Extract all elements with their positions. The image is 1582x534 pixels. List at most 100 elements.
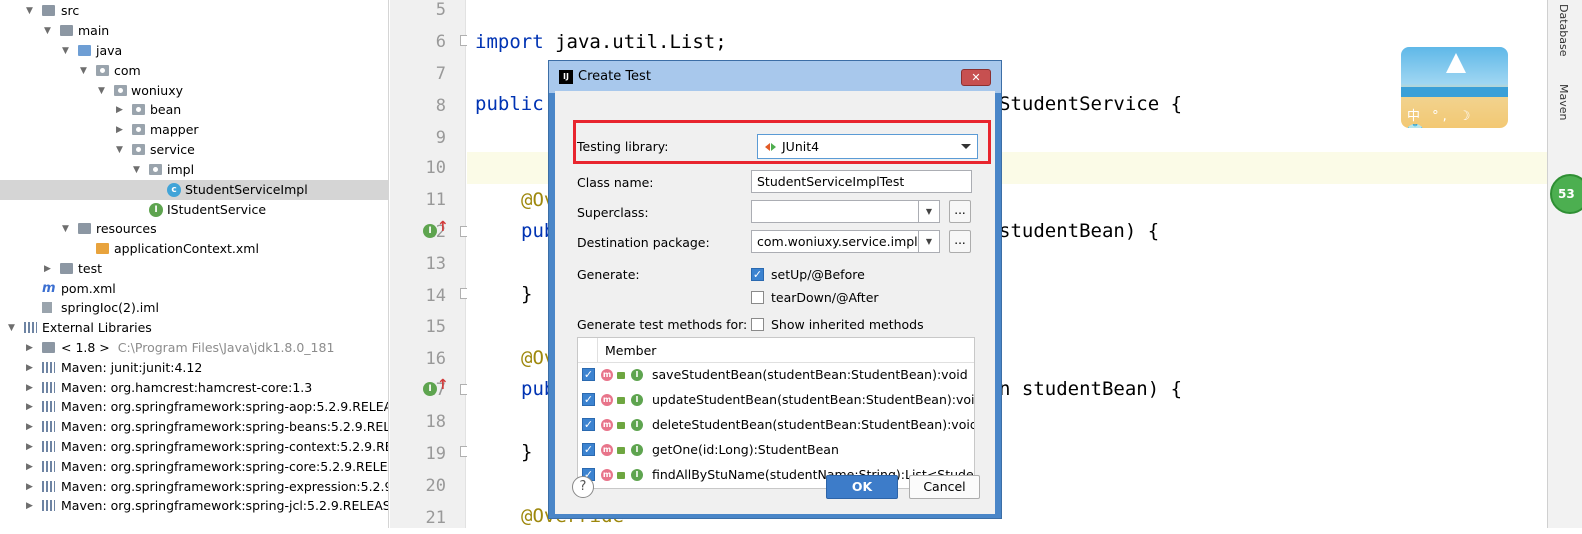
chevron-right-icon[interactable]: ▶ — [26, 417, 33, 437]
close-button[interactable]: ✕ — [961, 69, 991, 86]
chevron-right-icon[interactable]: ▶ — [26, 477, 33, 497]
member-row[interactable]: ✓ m IgetOne(id:Long):StudentBean — [578, 438, 974, 463]
implements-icon: I — [631, 469, 643, 481]
tree-row-jdk[interactable]: ▶ < 1.8 > C:\Program Files\Java\jdk1.8.0_… — [0, 338, 388, 358]
public-lock-icon — [617, 397, 625, 404]
chevron-right-icon[interactable]: ▶ — [26, 457, 33, 477]
wave-shape — [1401, 87, 1508, 97]
source-folder-icon — [78, 45, 91, 56]
tree-row-main[interactable]: ▼ main — [0, 21, 388, 41]
tree-row-iml[interactable]: springIoc(2).iml — [0, 298, 388, 318]
show-inherited-label[interactable]: Show inherited methods — [771, 317, 924, 332]
dialog-titlebar[interactable]: IJ Create Test ✕ — [549, 61, 1001, 93]
member-row[interactable]: ✓ m IupdateStudentBean(studentBean:Student… — [578, 388, 975, 413]
show-inherited-checkbox[interactable] — [751, 318, 764, 331]
member-table[interactable]: Member ✓ m IsaveStudentBean(studentBean:St… — [577, 337, 975, 489]
tree-row-maven-lib[interactable]: ▶ Maven: org.springframework:spring-conte… — [0, 437, 388, 457]
chevron-down-icon[interactable]: ▼ — [44, 21, 51, 41]
tree-row-maven-lib[interactable]: ▶ Maven: org.springframework:spring-beans… — [0, 417, 388, 437]
teardown-label[interactable]: tearDown/@After — [771, 290, 879, 305]
notification-badge[interactable]: 53 — [1550, 174, 1582, 214]
superclass-browse-button[interactable]: ... — [949, 200, 971, 223]
implements-method-icon[interactable]: I — [423, 382, 437, 396]
chevron-right-icon[interactable]: ▶ — [26, 496, 33, 516]
implements-method-icon[interactable]: I — [423, 224, 437, 238]
member-checkbox[interactable]: ✓ — [582, 368, 595, 381]
ok-button[interactable]: OK — [826, 475, 898, 499]
tree-row-bean[interactable]: ▶ bean — [0, 100, 388, 120]
chevron-down-icon[interactable]: ▼ — [26, 1, 33, 21]
method-icon: m — [601, 469, 613, 481]
tree-row-src[interactable]: ▼ src — [0, 1, 388, 21]
override-arrow-icon[interactable]: ↑ — [437, 377, 449, 393]
chevron-right-icon[interactable]: ▶ — [116, 100, 123, 120]
tree-row-mapper[interactable]: ▶ mapper — [0, 120, 388, 140]
setup-checkbox[interactable]: ✓ — [751, 268, 764, 281]
chevron-down-icon[interactable]: ▼ — [116, 140, 123, 160]
tree-row-maven-lib[interactable]: ▶ Maven: org.springframework:spring-jcl:5… — [0, 496, 388, 516]
member-checkbox[interactable]: ✓ — [582, 393, 595, 406]
setup-label[interactable]: setUp/@Before — [771, 267, 865, 282]
class-name-field[interactable]: StudentServiceImplTest — [751, 170, 972, 193]
chevron-right-icon[interactable]: ▶ — [116, 120, 123, 140]
folder-icon — [60, 263, 73, 274]
line-number: 11 — [425, 190, 446, 210]
tree-row-studentserviceimpl[interactable]: c StudentServiceImpl — [0, 180, 388, 200]
tree-row-resources[interactable]: ▼ resources — [0, 219, 388, 239]
chevron-down-icon[interactable]: ▼ — [62, 41, 69, 61]
tree-row-maven-lib[interactable]: ▶ Maven: junit:junit:4.12 — [0, 358, 388, 378]
member-checkbox[interactable]: ✓ — [582, 418, 595, 431]
tree-row-test[interactable]: ▶ test — [0, 259, 388, 279]
library-icon — [42, 382, 55, 393]
chevron-right-icon[interactable]: ▶ — [44, 259, 51, 279]
maven-tab[interactable]: Maven — [1557, 84, 1570, 120]
tree-row-maven-lib[interactable]: ▶ Maven: org.springframework:spring-core:… — [0, 457, 388, 477]
dialog-title: Create Test — [578, 69, 651, 84]
member-table-header[interactable]: Member — [578, 338, 974, 363]
tree-row-applicationcontext[interactable]: applicationContext.xml — [0, 239, 388, 259]
chevron-down-icon[interactable]: ▼ — [8, 318, 15, 338]
destination-browse-button[interactable]: ... — [949, 230, 971, 253]
generate-label: Generate: — [577, 267, 640, 282]
destination-package-field[interactable]: com.woniuxy.service.impl — [751, 230, 919, 253]
member-checkbox[interactable]: ✓ — [582, 443, 595, 456]
library-icon — [42, 401, 55, 412]
tree-row-maven-lib[interactable]: ▶ Maven: org.springframework:spring-expre… — [0, 477, 388, 497]
chevron-down-icon[interactable]: ▼ — [80, 61, 87, 81]
cancel-button[interactable]: Cancel — [909, 475, 980, 499]
tree-row-pom[interactable]: m pom.xml — [0, 279, 388, 299]
member-name: updateStudentBean(studentBean:StudentBea… — [652, 392, 975, 407]
superclass-dropdown[interactable]: ▼ — [918, 200, 940, 223]
chevron-down-icon[interactable]: ▼ — [98, 81, 105, 101]
testing-library-select[interactable]: JUnit4 — [757, 134, 978, 159]
tree-row-service[interactable]: ▼ service — [0, 140, 388, 160]
tree-row-maven-lib[interactable]: ▶ Maven: org.springframework:spring-aop:5… — [0, 397, 388, 417]
database-tab[interactable]: Database — [1557, 4, 1570, 57]
superclass-field[interactable] — [751, 200, 919, 223]
tree-row-com[interactable]: ▼ com — [0, 61, 388, 81]
package-icon — [132, 124, 145, 135]
teardown-checkbox[interactable] — [751, 291, 764, 304]
help-button[interactable]: ? — [572, 476, 594, 498]
chevron-right-icon[interactable]: ▶ — [26, 437, 33, 457]
chevron-down-icon[interactable]: ▼ — [133, 160, 140, 180]
member-row[interactable]: ✓ m IdeleteStudentBean(studentBean:Student… — [578, 413, 974, 438]
tree-row-woniuxy[interactable]: ▼ woniuxy — [0, 81, 388, 101]
line-number: 14 — [425, 286, 446, 306]
member-row[interactable]: ✓ m IsaveStudentBean(studentBean:StudentBe… — [578, 363, 974, 388]
destination-package-dropdown[interactable]: ▼ — [918, 230, 940, 253]
override-arrow-icon[interactable]: ↑ — [437, 219, 449, 235]
package-icon — [114, 85, 127, 96]
tree-row-java[interactable]: ▼ java — [0, 41, 388, 61]
tree-row-istudentservice[interactable]: I IStudentService — [0, 200, 388, 220]
tree-row-impl[interactable]: ▼ impl — [0, 160, 388, 180]
code-line: import java.util.List; — [475, 31, 727, 53]
tree-row-maven-lib[interactable]: ▶ Maven: org.hamcrest:hamcrest-core:1.3 — [0, 378, 388, 398]
chevron-down-icon[interactable]: ▼ — [62, 219, 69, 239]
tree-row-external-libraries[interactable]: ▼ External Libraries — [0, 318, 388, 338]
folder-icon — [60, 25, 73, 36]
chevron-right-icon[interactable]: ▶ — [26, 378, 33, 398]
chevron-right-icon[interactable]: ▶ — [26, 397, 33, 417]
chevron-right-icon[interactable]: ▶ — [26, 358, 33, 378]
chevron-right-icon[interactable]: ▶ — [26, 338, 33, 358]
